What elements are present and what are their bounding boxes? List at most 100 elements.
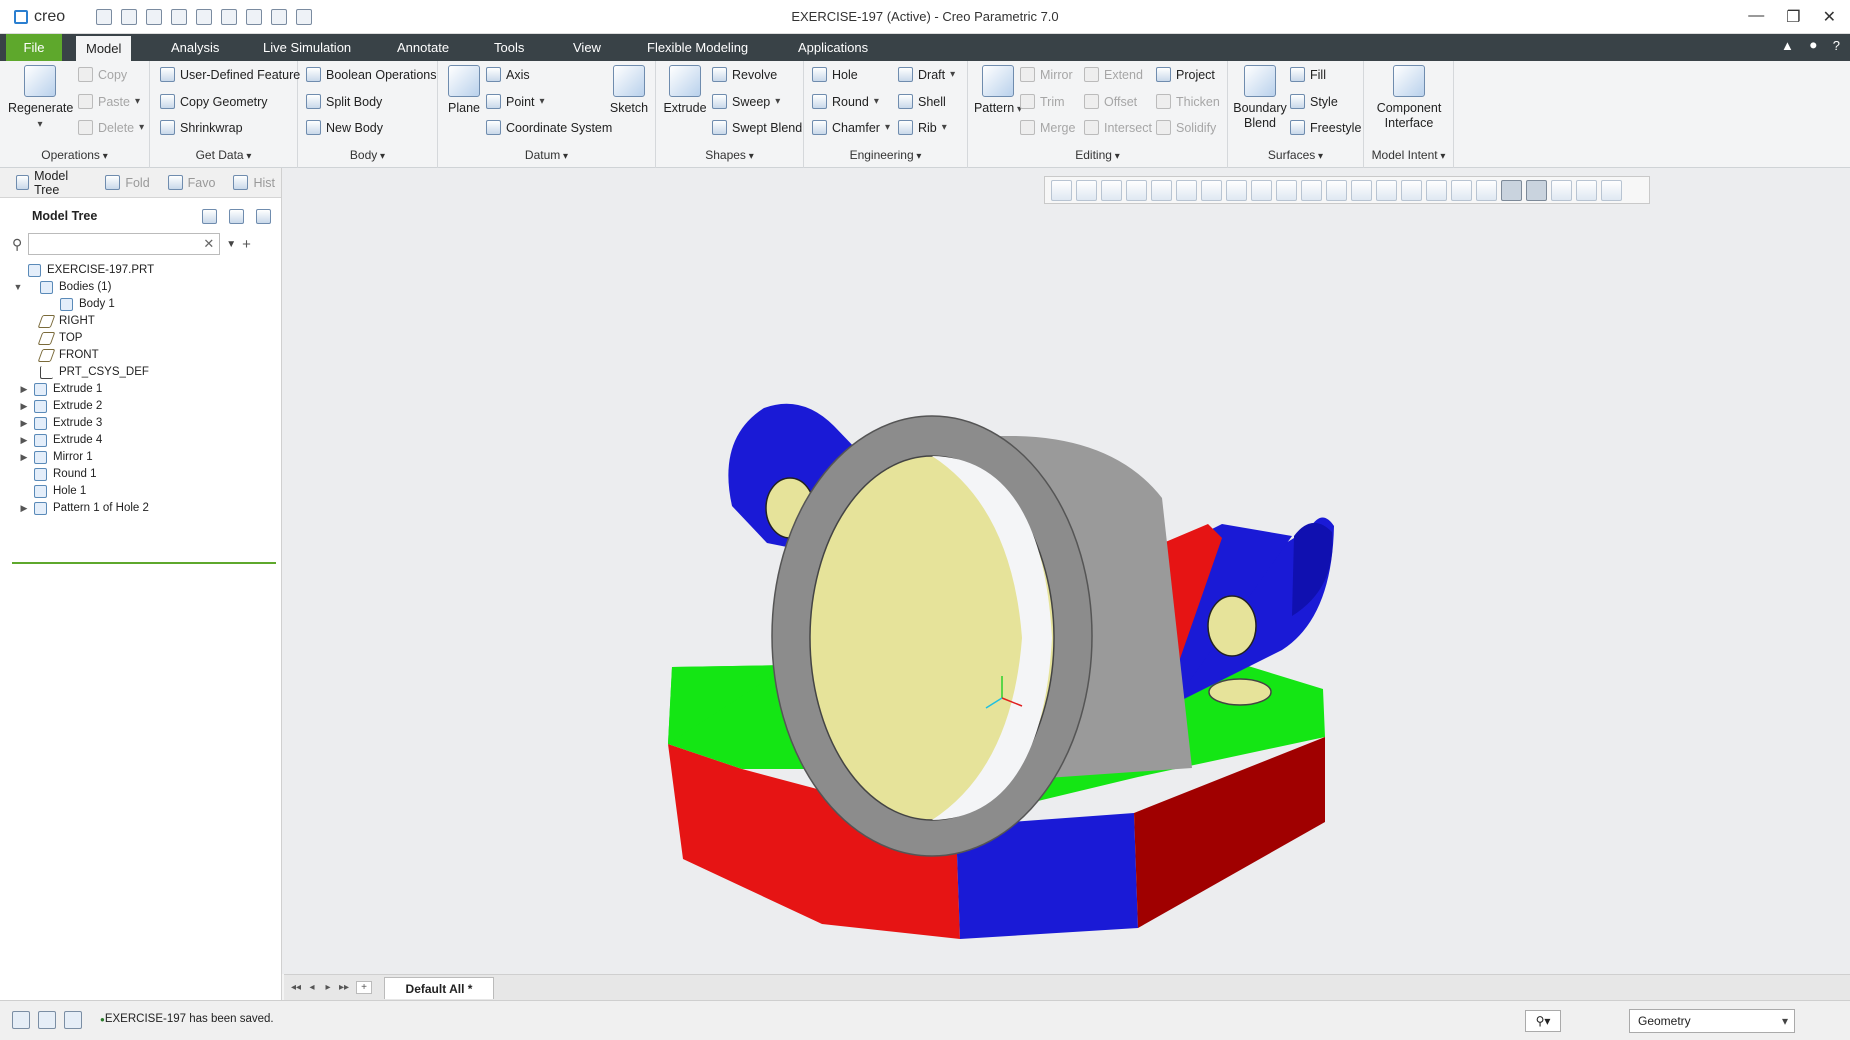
split-body-button[interactable]: Split Body [306, 94, 382, 109]
clear-search-icon[interactable]: ✕ [203, 236, 214, 252]
graphics-viewport[interactable] [282, 168, 1850, 974]
pattern-button[interactable]: Pattern [972, 65, 1024, 117]
group-label-surfaces[interactable]: Surfaces [1228, 148, 1363, 162]
insert-here-indicator[interactable] [12, 562, 276, 564]
project-button[interactable]: Project [1156, 67, 1215, 82]
tab-file[interactable]: File [6, 34, 62, 61]
open-file-icon[interactable] [121, 9, 137, 25]
extend-button[interactable]: Extend [1084, 67, 1143, 82]
expand-icon[interactable]: ▶ [18, 452, 30, 463]
tab-flexible-modeling[interactable]: Flexible Modeling [637, 34, 758, 61]
tab-default-all[interactable]: Default All * [384, 976, 494, 999]
tab-annotate[interactable]: Annotate [387, 34, 459, 61]
tab-folder-browser[interactable]: Fold [99, 173, 155, 192]
extrude-button[interactable]: Extrude [660, 65, 710, 116]
save-icon[interactable] [146, 9, 162, 25]
filter-icon[interactable]: ⚲ [12, 236, 22, 253]
new-file-icon[interactable] [96, 9, 112, 25]
add-icon[interactable]: + [242, 236, 251, 253]
group-label-datum[interactable]: Datum [438, 148, 655, 162]
minimize-icon[interactable]: — [1748, 7, 1764, 27]
offset-button[interactable]: Offset [1084, 94, 1137, 109]
tab-history[interactable]: Hist [227, 173, 281, 192]
round-button[interactable]: Round [812, 94, 879, 109]
expand-icon[interactable]: ▶ [18, 401, 30, 412]
trim-button[interactable]: Trim [1020, 94, 1065, 109]
expand-icon[interactable]: ▶ [18, 435, 30, 446]
group-label-model-intent[interactable]: Model Intent [1364, 148, 1453, 162]
udf-button[interactable]: User-Defined Feature [160, 67, 300, 82]
group-label-editing[interactable]: Editing [968, 148, 1227, 162]
fill-button[interactable]: Fill [1290, 67, 1326, 82]
plane-button[interactable]: Plane [442, 65, 486, 116]
tab-tools[interactable]: Tools [484, 34, 534, 61]
copy-geometry-button[interactable]: Copy Geometry [160, 94, 268, 109]
undo-icon[interactable] [171, 9, 187, 25]
show-icon[interactable] [229, 208, 244, 224]
first-tab-icon[interactable]: ◂◂ [288, 982, 304, 993]
customize-qat-icon[interactable] [296, 9, 312, 25]
axis-button[interactable]: Axis [486, 67, 530, 82]
merge-button[interactable]: Merge [1020, 120, 1075, 135]
help-icon[interactable]: ? [1833, 38, 1840, 54]
rib-button[interactable]: Rib [898, 120, 947, 135]
tree-search-input[interactable]: ✕ [28, 233, 221, 255]
find-binoculars-icon[interactable]: ⚲▾ [1525, 1010, 1561, 1032]
minimize-ribbon-icon[interactable]: ▲ [1781, 38, 1794, 54]
user-icon[interactable]: ⚫ [1808, 38, 1819, 54]
last-tab-icon[interactable]: ▸▸ [336, 982, 352, 993]
paste-button[interactable]: Paste [78, 94, 140, 109]
expand-icon[interactable]: ▶ [18, 503, 30, 514]
prev-tab-icon[interactable]: ◂ [304, 982, 320, 993]
group-label-engineering[interactable]: Engineering [804, 148, 967, 162]
revolve-button[interactable]: Revolve [712, 67, 777, 82]
maximize-icon[interactable]: ❐ [1786, 7, 1800, 27]
close-window-icon[interactable] [271, 9, 287, 25]
tree-settings-icon[interactable] [202, 208, 217, 224]
search-options-chevron-icon[interactable]: ▼ [226, 239, 236, 250]
coordinate-system-button[interactable]: Coordinate System [486, 120, 612, 135]
collapse-icon[interactable]: ▼ [12, 282, 24, 292]
browser-toggle-icon[interactable] [38, 1011, 56, 1029]
3d-model[interactable] [282, 168, 1850, 974]
thicken-button[interactable]: Thicken [1156, 94, 1220, 109]
chamfer-button[interactable]: Chamfer [812, 120, 890, 135]
tab-live-simulation[interactable]: Live Simulation [253, 34, 361, 61]
group-label-get-data[interactable]: Get Data [150, 148, 297, 162]
tree-node-pattern-1[interactable]: ▶ Pattern 1 of Hole 2 [18, 498, 149, 518]
group-label-operations[interactable]: Operations [0, 148, 149, 162]
group-label-body[interactable]: Body [298, 148, 437, 162]
tree-filter-icon[interactable] [256, 208, 271, 224]
draft-button[interactable]: Draft [898, 67, 955, 82]
style-button[interactable]: Style [1290, 94, 1338, 109]
copy-button[interactable]: Copy [78, 67, 127, 82]
full-screen-icon[interactable] [64, 1011, 82, 1029]
boolean-operations-button[interactable]: Boolean Operations [306, 67, 437, 82]
boundary-blend-button[interactable]: Boundary Blend [1230, 65, 1290, 131]
selection-filter-select[interactable]: Geometry [1629, 1009, 1795, 1033]
tab-applications[interactable]: Applications [788, 34, 878, 61]
sketch-button[interactable]: Sketch [606, 65, 652, 116]
regenerate-button[interactable]: Regenerate [8, 65, 73, 132]
shrinkwrap-button[interactable]: Shrinkwrap [160, 120, 243, 135]
tab-analysis[interactable]: Analysis [161, 34, 229, 61]
expand-icon[interactable]: ▶ [18, 418, 30, 429]
tab-model-tree[interactable]: Model Tree [10, 167, 93, 199]
hole-button[interactable]: Hole [812, 67, 858, 82]
component-interface-button[interactable]: Component Interface [1366, 65, 1452, 131]
point-button[interactable]: Point [486, 94, 545, 109]
tab-view[interactable]: View [563, 34, 611, 61]
redo-icon[interactable] [196, 9, 212, 25]
freestyle-button[interactable]: Freestyle [1290, 120, 1361, 135]
close-icon[interactable]: ✕ [1823, 7, 1836, 27]
navigator-toggle-icon[interactable] [12, 1011, 30, 1029]
add-tab-icon[interactable]: + [356, 981, 372, 994]
intersect-button[interactable]: Intersect [1084, 120, 1152, 135]
next-tab-icon[interactable]: ▸ [320, 982, 336, 993]
tab-favorites[interactable]: Favo [162, 173, 222, 192]
sweep-button[interactable]: Sweep [712, 94, 780, 109]
windows-icon[interactable] [246, 9, 262, 25]
delete-button[interactable]: Delete [78, 120, 144, 135]
expand-icon[interactable]: ▶ [18, 384, 30, 395]
mirror-button[interactable]: Mirror [1020, 67, 1073, 82]
